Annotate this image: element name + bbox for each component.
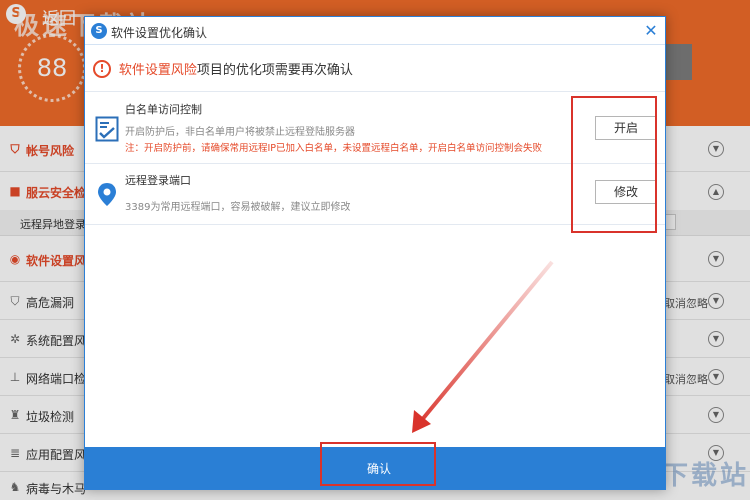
annotation-highlight-box: [571, 96, 657, 233]
option-title: 白名单访问控制: [125, 103, 202, 116]
option-description: 3389为常用远程端口，容易被破解，建议立即修改: [125, 202, 351, 213]
option-warning: 注：开启防护前，请确保常用远程IP已加入白名单，未设置远程白名单，开启白名单访问…: [125, 143, 543, 154]
option-title: 远程登录端口: [125, 174, 191, 187]
notice-highlight: 软件设置风险: [118, 63, 197, 78]
close-icon[interactable]: ✕: [641, 21, 661, 41]
annotation-highlight-box: [320, 442, 436, 486]
checklist-icon: [95, 116, 119, 142]
dialog-title: 软件设置优化确认: [111, 26, 208, 40]
exclamation-icon: !: [93, 59, 111, 78]
option-description: 开启防护后，非白名单用户将被禁止远程登陆服务器: [125, 127, 355, 138]
app-logo-icon: S: [91, 23, 107, 39]
optimization-confirm-dialog: S 软件设置优化确认 ✕ ! 软件设置风险项目的优化项需要再次确认 白名单访问控…: [84, 16, 666, 490]
notice-text: 项目的优化项需要再次确认: [196, 63, 353, 78]
dialog-notice: ! 软件设置风险项目的优化项需要再次确认: [93, 59, 353, 83]
location-pin-icon: [98, 183, 116, 206]
dialog-titlebar: S 软件设置优化确认 ✕: [85, 17, 665, 45]
